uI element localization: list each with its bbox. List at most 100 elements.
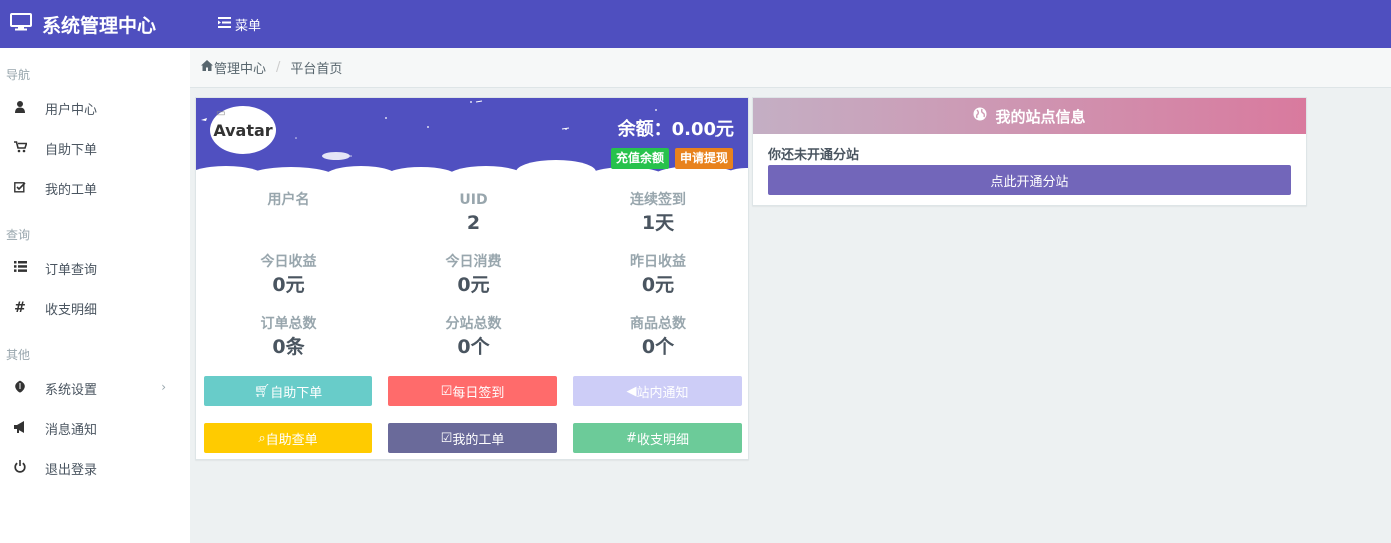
user-icon — [13, 100, 27, 116]
transactions-button[interactable]: # 收支明细 — [573, 423, 742, 453]
rebel-icon — [13, 379, 27, 396]
sidebar-item-label: 订单查询 — [45, 262, 98, 278]
sidebar-item-label: 我的工单 — [45, 182, 98, 198]
app-brand[interactable]: 系统管理中心 — [0, 11, 190, 38]
nav-header-other: 其他 — [6, 348, 31, 362]
stat-label: 分站总数 — [445, 316, 502, 332]
sidebar-item-settings[interactable]: 系统设置 › — [0, 368, 190, 408]
stat-substation-total: 分站总数 0个 — [381, 314, 566, 376]
stat-value: 1天 — [641, 212, 675, 234]
recharge-button[interactable]: 充值余额 — [610, 148, 669, 169]
site-card-title: 我的站点信息 — [995, 107, 1086, 126]
stat-yesterday-income: 昨日收益 0元 — [566, 252, 750, 314]
app-title: 系统管理中心 — [42, 14, 157, 37]
stat-today-income: 今日收益 0元 — [196, 252, 381, 314]
power-icon — [13, 460, 27, 476]
button-label: 收支明细 — [636, 432, 689, 448]
stat-order-total: 订单总数 0条 — [196, 314, 381, 376]
no-substation-message: 你还未开通分站 — [768, 148, 860, 163]
quick-actions-row-2: ⌕ 自助查单 ☑ 我的工单 # 收支明细 — [196, 423, 748, 453]
sidebar-item-order-query[interactable]: 订单查询 — [0, 248, 190, 288]
hash-icon: # — [626, 430, 637, 446]
sidebar-item-label: 收支明细 — [45, 302, 98, 318]
check-square-icon — [13, 181, 27, 196]
sidebar-item-label: 消息通知 — [45, 422, 98, 438]
stat-label: 今日消费 — [445, 254, 502, 270]
sidebar-item-notifications[interactable]: 消息通知 — [0, 408, 190, 448]
user-stats-grid: 用户名 UID 2 连续签到 1天 今日收益 0元 今日消费 0元 昨日收益 0元 订单总… — [196, 176, 748, 376]
home-icon — [201, 60, 214, 75]
bullhorn-icon — [13, 420, 27, 436]
nav-header-query: 查询 — [6, 228, 31, 242]
sidebar-item-label: 系统设置 — [45, 382, 98, 398]
breadcrumb-current: 平台首页 — [290, 62, 343, 77]
avatar-alt-text: Avatar — [213, 120, 273, 140]
site-card-header: 我的站点信息 — [753, 98, 1306, 134]
button-label: 每日签到 — [452, 385, 505, 401]
stat-label: 用户名 — [267, 192, 310, 208]
cart-icon: 🛒︎ — [253, 383, 271, 399]
top-navbar: 系统管理中心 菜单 — [0, 0, 1391, 48]
nav-header-nav: 导航 — [6, 68, 31, 82]
list-icon — [13, 261, 27, 275]
stat-value: 2 — [466, 212, 481, 234]
breadcrumb-home-link[interactable]: 管理中心 — [201, 58, 266, 77]
sidebar-item-logout[interactable]: 退出登录 — [0, 448, 190, 488]
self-order-button[interactable]: 🛒︎ 自助下单 — [204, 376, 372, 406]
sidebar-item-my-tickets[interactable]: 我的工单 — [0, 168, 190, 208]
avatar: ▭ Avatar — [210, 106, 276, 154]
site-info-card: 我的站点信息 你还未开通分站 点此开通分站 — [752, 97, 1307, 206]
button-label: 自助查单 — [265, 432, 318, 448]
stat-checkin-streak: 连续签到 1天 — [566, 190, 750, 252]
menu-label: 菜单 — [235, 18, 262, 34]
sidebar-item-label: 用户中心 — [45, 102, 98, 118]
stat-value: 0元 — [272, 274, 305, 296]
breadcrumb-home-label: 管理中心 — [214, 62, 267, 77]
stat-label: 昨日收益 — [630, 254, 686, 270]
search-icon: ⌕ — [258, 430, 266, 446]
globe-icon — [973, 107, 987, 125]
stat-label: 连续签到 — [630, 192, 686, 208]
menu-toggle-button[interactable]: 菜单 — [218, 15, 261, 34]
my-tickets-button[interactable]: ☑ 我的工单 — [388, 423, 557, 453]
monitor-icon — [10, 12, 32, 36]
button-label: 我的工单 — [452, 432, 505, 448]
stat-label: 商品总数 — [630, 316, 686, 332]
stat-value: 0条 — [272, 336, 305, 358]
stat-label: 订单总数 — [260, 316, 317, 332]
open-substation-button[interactable]: 点此开通分站 — [768, 165, 1291, 195]
daily-checkin-button[interactable]: ☑ 每日签到 — [388, 376, 557, 406]
stat-value: 0个 — [641, 336, 675, 358]
check-square-icon: ☑ — [440, 430, 453, 446]
bullhorn-icon: ◀ — [626, 383, 637, 399]
breadcrumb-separator: / — [276, 60, 281, 75]
sidebar-item-self-order[interactable]: 自助下单 — [0, 128, 190, 168]
withdraw-button[interactable]: 申请提现 — [674, 148, 733, 169]
broken-image-icon: ▭ — [216, 108, 226, 119]
quick-actions-row-1: 🛒︎ 自助下单 ☑ 每日签到 ◀ 站内通知 — [196, 376, 748, 406]
site-card-body: 你还未开通分站 点此开通分站 — [753, 134, 1306, 205]
stat-uid: UID 2 — [381, 190, 566, 252]
sidebar-item-label: 退出登录 — [45, 462, 98, 478]
site-notice-button[interactable]: ◀ 站内通知 — [573, 376, 742, 406]
check-square-icon: ☑ — [440, 383, 453, 399]
stat-label: UID — [459, 192, 488, 208]
button-label: 站内通知 — [636, 385, 689, 401]
stat-value: 0个 — [457, 336, 490, 358]
stat-product-total: 商品总数 0个 — [566, 314, 750, 376]
user-card-header: ▭ Avatar 余额：0.00元 充值余额 申请提现 — [196, 98, 748, 176]
user-info-card: ▭ Avatar 余额：0.00元 充值余额 申请提现 用户名 UID 2 连续签… — [195, 97, 749, 460]
chevron-right-icon: › — [161, 380, 166, 394]
hash-icon: # — [14, 300, 26, 316]
sidebar: 导航 用户中心 自助下单 我的工单 查询 订单查询 # 收支明细 其他 系统设置… — [0, 48, 190, 543]
cart-icon — [13, 140, 28, 156]
sidebar-item-label: 自助下单 — [45, 142, 98, 158]
stat-value: 0元 — [641, 274, 675, 296]
breadcrumb: 管理中心 / 平台首页 — [190, 48, 1391, 88]
stat-username: 用户名 — [196, 190, 381, 252]
sidebar-item-user-center[interactable]: 用户中心 — [0, 88, 190, 128]
stat-label: 今日收益 — [260, 254, 317, 270]
sidebar-item-transactions[interactable]: # 收支明细 — [0, 288, 190, 328]
button-label: 自助下单 — [270, 385, 323, 401]
order-lookup-button[interactable]: ⌕ 自助查单 — [204, 423, 372, 453]
